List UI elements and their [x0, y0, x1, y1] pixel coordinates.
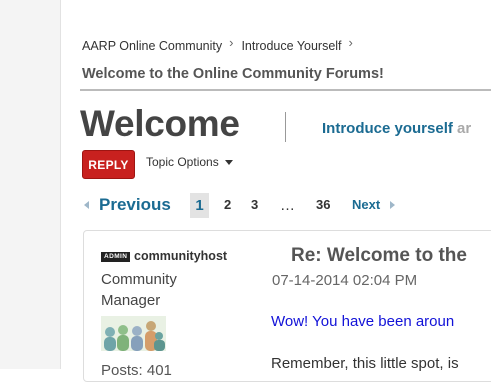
- title-divider: [80, 89, 491, 91]
- rank-people-icon: [101, 316, 166, 351]
- page-link[interactable]: 3: [251, 197, 258, 212]
- previous-arrow-icon: [84, 201, 89, 209]
- post-author-username[interactable]: communityhost: [134, 249, 227, 263]
- author-rank-line: Community: [101, 271, 177, 288]
- caret-down-icon: [224, 159, 233, 165]
- post-date: 07-14-2014 02:04 PM: [272, 272, 418, 289]
- breadcrumb: AARP Online Community › Introduce Yourse…: [82, 35, 361, 53]
- pagination-ellipsis: …: [280, 197, 295, 214]
- breadcrumb-link-introduce-yourself[interactable]: Introduce Yourself: [241, 39, 341, 53]
- author-rank-line: Manager: [101, 292, 161, 309]
- thread-heading: Welcome: [80, 103, 240, 144]
- breadcrumb-chevron-icon: ›: [348, 35, 353, 50]
- board-suffix: ar: [457, 120, 472, 137]
- left-gutter: [0, 0, 61, 369]
- heading-divider: [285, 112, 286, 142]
- breadcrumb-link-community[interactable]: AARP Online Community: [82, 39, 222, 53]
- topic-options-dropdown[interactable]: Topic Options: [146, 155, 233, 169]
- topic-options-label: Topic Options: [146, 155, 219, 169]
- next-arrow-icon: [390, 201, 395, 209]
- board-line: Introduce yourself ar: [322, 120, 471, 137]
- current-page: 1: [190, 193, 209, 218]
- breadcrumb-chevron-icon: ›: [229, 35, 234, 50]
- reply-button[interactable]: REPLY: [82, 150, 135, 179]
- board-link[interactable]: Introduce yourself: [322, 120, 453, 137]
- post-subject: Re: Welcome to the: [291, 245, 467, 266]
- author-rank: Community Manager: [101, 269, 221, 311]
- author-post-count: Posts: 401: [101, 362, 172, 379]
- post-body-line: Wow! You have been aroun: [271, 313, 455, 330]
- page-link-last[interactable]: 36: [316, 197, 330, 212]
- previous-page-link[interactable]: Previous: [99, 195, 171, 215]
- post-body-line: Remember, this little spot, is: [271, 355, 459, 372]
- page-title: Welcome to the Online Community Forums!: [82, 66, 384, 82]
- admin-badge: ADMIN: [101, 252, 131, 262]
- page-link[interactable]: 2: [224, 197, 231, 212]
- next-page-link[interactable]: Next: [352, 197, 380, 212]
